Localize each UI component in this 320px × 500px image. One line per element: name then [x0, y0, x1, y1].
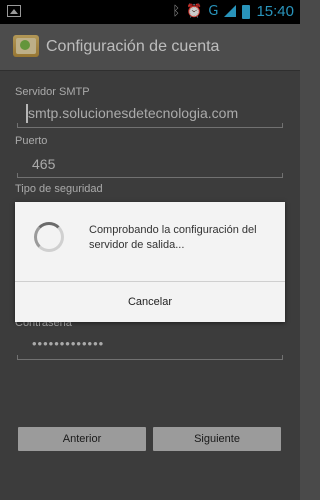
screen: ᛒ ⏰ G 15:40 Configuración de cuenta Serv… — [0, 0, 300, 500]
cancel-button[interactable]: Cancelar — [15, 282, 285, 322]
dialog-message: Comprobando la configuración del servido… — [89, 224, 257, 251]
progress-dialog: Comprobando la configuración del servido… — [15, 202, 285, 322]
loading-spinner-icon — [34, 222, 64, 252]
